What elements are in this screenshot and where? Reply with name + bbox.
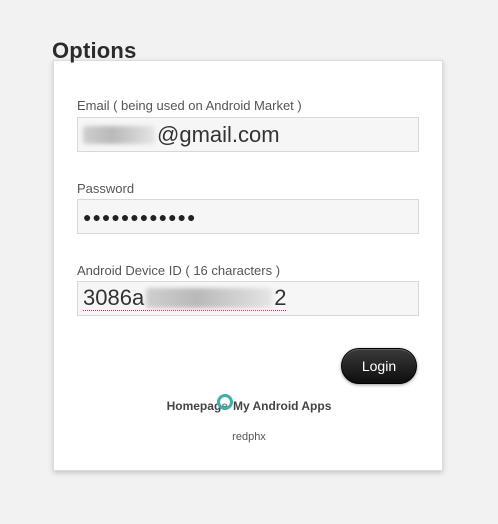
email-domain-text: @gmail.com: [157, 121, 280, 147]
login-button[interactable]: Login: [341, 348, 417, 384]
redacted-device-id: [146, 288, 273, 308]
device-id-field[interactable]: 3086a 2: [77, 281, 419, 316]
cursor-indicator-icon: [217, 394, 233, 410]
password-label: Password: [77, 181, 135, 196]
device-id-prefix: 3086a: [83, 285, 145, 310]
email-label: Email ( being used on Android Market ): [77, 98, 302, 113]
password-field[interactable]: ●●●●●●●●●●●●: [77, 199, 419, 234]
device-id-value: 3086a 2: [83, 285, 287, 311]
device-id-label: Android Device ID ( 16 characters ): [77, 263, 281, 278]
options-card: Email ( being used on Android Market ) @…: [53, 60, 443, 471]
footer-links: Homepage My Android Apps: [54, 399, 444, 413]
options-page: Options Email ( being used on Android Ma…: [0, 0, 498, 524]
device-id-suffix: 2: [274, 285, 287, 310]
redacted-email-username: [83, 125, 155, 144]
password-masked-value: ●●●●●●●●●●●●: [83, 208, 197, 225]
email-field[interactable]: @gmail.com: [77, 117, 419, 152]
my-android-apps-link[interactable]: My Android Apps: [233, 399, 331, 413]
author-credit: redphx: [232, 431, 266, 443]
page-title: Options: [52, 38, 137, 63]
